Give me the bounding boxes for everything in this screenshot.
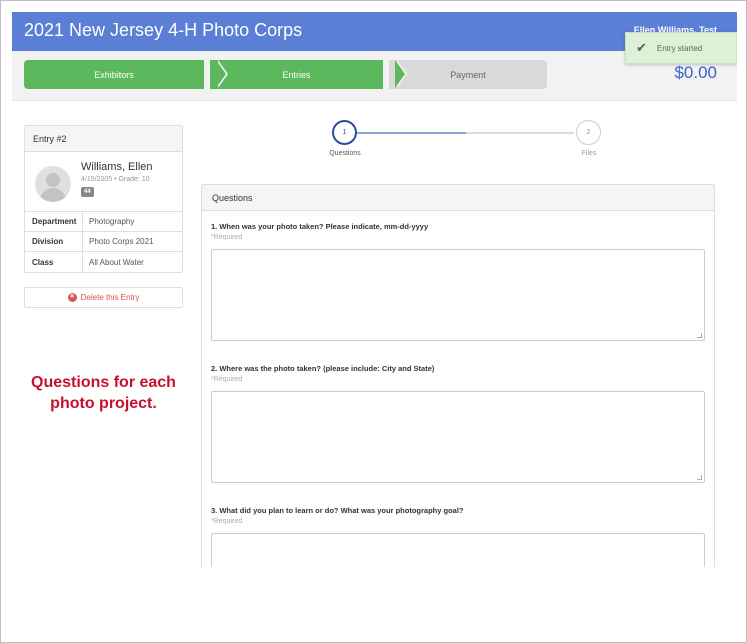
progress-step-files[interactable]: 2 — [576, 120, 601, 145]
progress-step-questions[interactable]: 1 — [332, 120, 357, 145]
info-value: Photo Corps 2021 — [89, 237, 154, 246]
progress-label-questions: Questions — [329, 150, 361, 157]
required-label: *Required — [211, 518, 243, 525]
check-icon: ✔ — [636, 40, 647, 55]
required-label: *Required — [211, 376, 243, 383]
avatar — [35, 166, 71, 202]
info-row-division: Division Photo Corps 2021 — [25, 232, 182, 252]
question-text: 3. What did you plan to learn or do? Wha… — [211, 506, 464, 515]
entry-sidebar: Entry #2 Williams, Ellen 4/15/2005 • Gra… — [24, 125, 183, 308]
avatar-head-shape — [46, 173, 60, 187]
page-title: 2021 New Jersey 4-H Photo Corps — [24, 20, 303, 40]
app-window: 2021 New Jersey 4-H Photo Corps Ellen Wi… — [12, 12, 737, 567]
questions-panel-title: Questions — [202, 185, 714, 211]
step-payment[interactable]: Payment — [389, 60, 547, 89]
info-row-department: Department Photography — [25, 212, 182, 232]
step-arrow — [216, 60, 226, 88]
cart-total: $0.00 — [674, 63, 717, 82]
exhibitor-name: Williams, Ellen — [81, 161, 153, 173]
question-text: 1. When was your photo taken? Please ind… — [211, 222, 429, 231]
questions-panel: Questions 1. When was your photo taken? … — [201, 184, 715, 567]
question-2: 2. Where was the photo taken? (please in… — [211, 364, 705, 483]
delete-entry-button[interactable]: ✕ Delete this Entry — [24, 287, 183, 308]
exhibitor-profile: Williams, Ellen 4/15/2005 • Grade: 10 44 — [25, 152, 182, 212]
exhibitor-meta: 4/15/2005 • Grade: 10 — [81, 176, 150, 183]
avatar-body-shape — [40, 188, 66, 202]
toast-notification: ✔ Entry started — [625, 32, 737, 64]
step-entries[interactable]: Entries — [210, 60, 383, 89]
info-row-class: Class All About Water — [25, 252, 182, 272]
answer-textarea-1[interactable] — [211, 249, 705, 341]
resize-grip-icon[interactable] — [697, 475, 702, 480]
info-key: Division — [25, 232, 83, 251]
progress-label-files: Files — [581, 150, 597, 157]
progress-line-pending — [466, 132, 574, 134]
required-label: *Required — [211, 234, 243, 241]
question-1: 1. When was your photo taken? Please ind… — [211, 222, 705, 341]
exhibitor-badge: 44 — [81, 187, 94, 197]
resize-grip-icon[interactable] — [697, 333, 702, 338]
toast-message: Entry started — [656, 43, 703, 53]
question-3: 3. What did you plan to learn or do? Wha… — [211, 506, 705, 567]
step-arrow — [395, 60, 405, 88]
question-text: 2. Where was the photo taken? (please in… — [211, 364, 435, 373]
info-key: Department — [25, 212, 83, 231]
entry-card: Entry #2 Williams, Ellen 4/15/2005 • Gra… — [24, 125, 183, 273]
delete-entry-label: Delete this Entry — [80, 293, 140, 302]
step-exhibitors[interactable]: Exhibitors — [24, 60, 204, 89]
progress-line-complete — [356, 132, 466, 134]
entry-progress: 1 2 Questions Files — [320, 120, 610, 170]
entry-card-title: Entry #2 — [25, 126, 182, 152]
remove-circle-icon: ✕ — [67, 293, 77, 302]
info-value: Photography — [89, 217, 135, 226]
info-value: All About Water — [89, 257, 144, 267]
info-key: Class — [25, 252, 83, 272]
answer-textarea-2[interactable] — [211, 391, 705, 483]
answer-textarea-3[interactable] — [211, 533, 705, 567]
registration-steps: Exhibitors Entries Payment — [24, 60, 547, 89]
annotation-callout: Questions for each photo project. — [31, 374, 176, 412]
